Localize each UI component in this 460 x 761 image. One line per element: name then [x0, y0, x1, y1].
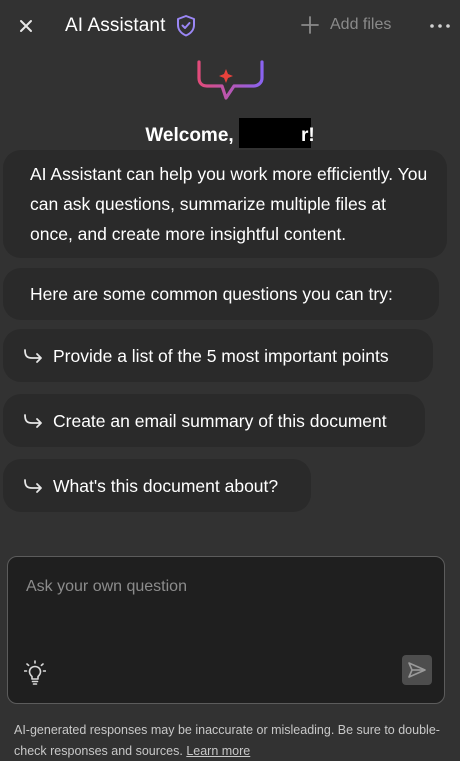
lightbulb-icon[interactable] [24, 660, 46, 686]
panel-title: AI Assistant [65, 15, 166, 36]
panel-header: AI Assistant Add files [0, 0, 460, 56]
shield-check-icon [177, 15, 195, 37]
learn-more-link[interactable]: Learn more [186, 744, 250, 758]
welcome-prefix: Welcome, [145, 125, 234, 146]
suggestion-chip[interactable]: Provide a list of the 5 most important p… [3, 329, 433, 382]
suggestion-chip[interactable]: What's this document about? [3, 459, 311, 512]
ai-assistant-panel: AI Assistant Add files Welcome, r! AI As… [0, 0, 460, 761]
question-input-box [7, 556, 445, 704]
arrow-return-right-icon [24, 348, 42, 363]
suggestion-label: What's this document about? [53, 475, 279, 496]
more-horizontal-icon[interactable] [428, 16, 452, 36]
suggestion-chip[interactable]: Create an email summary of this document [3, 394, 425, 447]
suggestions-heading: Here are some common questions you can t… [3, 268, 439, 320]
send-icon [408, 662, 426, 678]
suggestion-label: Provide a list of the 5 most important p… [53, 345, 389, 366]
ai-assistant-logo-icon [197, 60, 264, 100]
question-input[interactable] [26, 575, 426, 599]
plus-icon [301, 16, 319, 34]
ai-disclaimer: AI-generated responses may be inaccurate… [14, 720, 454, 761]
send-button[interactable] [402, 655, 432, 685]
welcome-heading: Welcome, r! [0, 118, 460, 148]
close-button[interactable] [14, 14, 38, 38]
add-files-button[interactable]: Add files [300, 15, 391, 35]
welcome-suffix: r! [300, 125, 315, 146]
arrow-return-right-icon [24, 478, 42, 493]
add-files-label: Add files [330, 16, 392, 33]
arrow-return-right-icon [24, 413, 42, 428]
close-icon[interactable] [19, 19, 33, 33]
suggestion-label: Create an email summary of this document [53, 410, 387, 431]
intro-message: AI Assistant can help you work more effi… [3, 150, 447, 258]
